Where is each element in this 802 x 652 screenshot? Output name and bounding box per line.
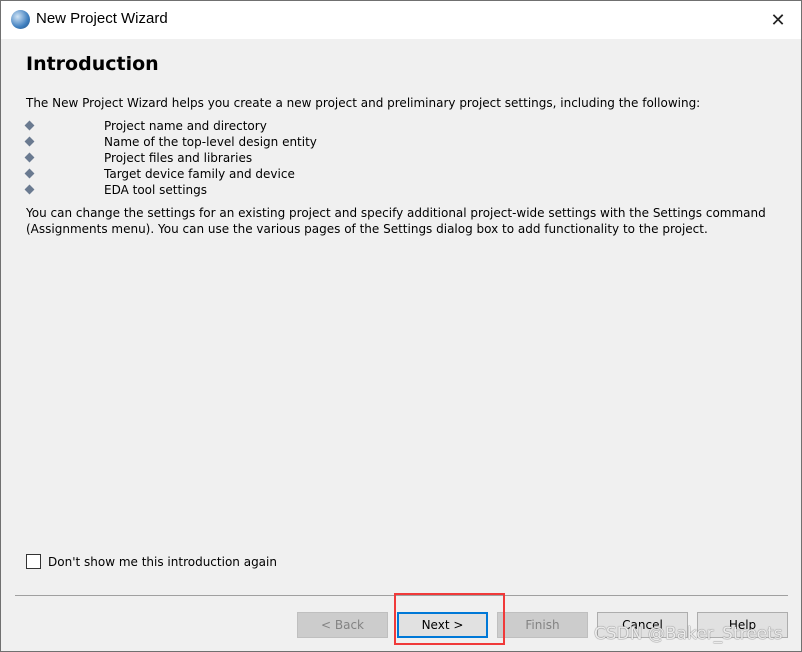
intro-text: The New Project Wizard helps you create … (26, 96, 701, 110)
wizard-window: New Project Wizard ✕ Introduction The Ne… (0, 0, 802, 652)
watermark: CSDN @Baker_Streets (594, 624, 783, 644)
bullet-icon (24, 136, 35, 147)
close-button[interactable]: ✕ (755, 1, 801, 39)
checkbox-label: Don't show me this introduction again (48, 554, 277, 569)
window-title: New Project Wizard (36, 10, 168, 27)
title-bar: New Project Wizard ✕ (1, 1, 801, 39)
bullet-icon (24, 184, 35, 195)
finish-button[interactable]: Finish (497, 612, 588, 638)
bullet-icon (24, 152, 35, 163)
back-button[interactable]: < Back (297, 612, 388, 638)
page-title: Introduction (26, 53, 159, 75)
bullet-icon (24, 168, 35, 179)
bullet-icon (24, 120, 35, 131)
settings-note: You can change the settings for an exist… (26, 206, 766, 236)
dont-show-checkbox[interactable]: Don't show me this introduction again (26, 554, 277, 569)
highlight-annotation (394, 593, 505, 645)
app-icon (11, 10, 30, 29)
checkbox-box[interactable] (26, 554, 41, 569)
